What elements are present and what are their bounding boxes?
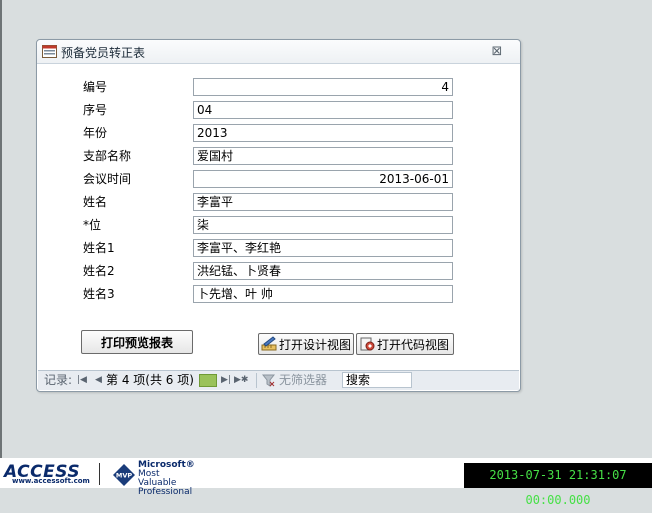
code-view-button[interactable]: 打开代码视图 [356, 333, 454, 355]
access-url: www.accessoft.com [12, 477, 90, 485]
form-titlebar[interactable]: 预备党员转正表 ⊠ [37, 40, 520, 64]
form-title: 预备党员转正表 [61, 46, 146, 60]
new-record-icon[interactable]: ▶✱ [234, 373, 248, 388]
clock-display: 2013-07-31 21:31:07 00:00.000 [464, 463, 652, 507]
form-window: 预备党员转正表 ⊠ 编号 4 序号 04 年份 2013 支部名称 爱国村 会议… [36, 39, 521, 392]
previous-record-icon[interactable]: ◀ [95, 373, 102, 388]
field-input-id[interactable]: 4 [193, 78, 453, 96]
field-label-name2: 姓名2 [83, 264, 115, 278]
mvp-badge-text: MVP [116, 472, 132, 480]
mvp-line2: Most Valuable [138, 469, 177, 488]
logo-separator [99, 463, 100, 485]
code-view-label: 打开代码视图 [377, 337, 450, 352]
next-record-icon[interactable] [199, 374, 217, 387]
filter-icon [262, 374, 275, 387]
field-label-seq: 序号 [83, 103, 108, 117]
search-input[interactable]: 搜索 [342, 372, 412, 388]
left-edge [0, 0, 2, 488]
field-label-branch: 支部名称 [83, 149, 132, 163]
field-input-name1[interactable]: 李富平、李红艳 [193, 239, 453, 257]
close-icon[interactable]: ⊠ [490, 45, 504, 59]
print-preview-button[interactable]: 打印预览报表 [81, 330, 193, 354]
field-input-position[interactable]: 柒 [193, 216, 453, 234]
design-view-button[interactable]: 打开设计视图 [258, 333, 354, 355]
first-record-icon[interactable]: |◀ [77, 373, 87, 388]
filter-status[interactable]: 无筛选器 [279, 373, 327, 388]
mvp-line3: Professional [138, 487, 193, 497]
field-input-name2[interactable]: 洪纪锰、卜贤春 [193, 262, 453, 280]
field-input-name3[interactable]: 卜先增、叶 帅 [193, 285, 453, 303]
code-module-icon [360, 337, 375, 351]
record-position[interactable]: 第 4 项(共 6 项) [106, 373, 194, 388]
mvp-badge-icon: MVP [113, 464, 135, 486]
field-input-meeting-time[interactable]: 2013-06-01 [193, 170, 453, 188]
design-view-label: 打开设计视图 [279, 337, 352, 352]
design-ruler-icon [261, 336, 277, 351]
field-input-name[interactable]: 李富平 [193, 193, 453, 211]
footer-logos: ACCESS www.accessoft.com MVP Microsoft® … [0, 460, 200, 497]
last-record-icon[interactable]: ▶| [221, 373, 231, 388]
record-navigation-bar: 记录: |◀ ◀ 第 4 项(共 6 项) ▶| ▶✱ 无筛选器 搜索 [38, 370, 519, 390]
nav-separator [256, 373, 257, 388]
print-preview-label: 打印预览报表 [100, 335, 173, 350]
field-label-name: 姓名 [83, 195, 108, 209]
field-input-year[interactable]: 2013 [193, 124, 453, 142]
field-label-name1: 姓名1 [83, 241, 115, 255]
field-label-position: *位 [83, 218, 102, 232]
field-label-year: 年份 [83, 126, 108, 140]
field-label-name3: 姓名3 [83, 287, 115, 301]
field-input-branch[interactable]: 爱国村 [193, 147, 453, 165]
field-input-seq[interactable]: 04 [193, 101, 453, 119]
form-icon [42, 45, 57, 58]
field-label-meeting-time: 会议时间 [83, 172, 132, 186]
mvp-text: Microsoft® Most Valuable Professional [138, 461, 200, 497]
field-label-id: 编号 [83, 80, 108, 94]
record-label: 记录: [44, 373, 73, 387]
